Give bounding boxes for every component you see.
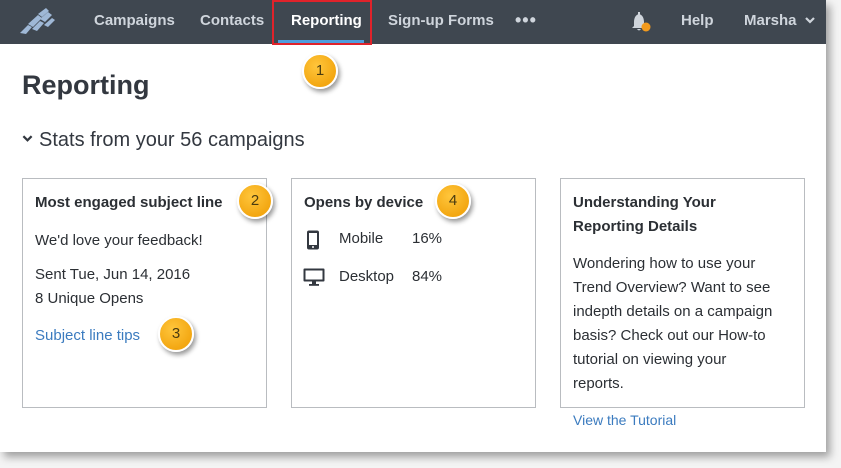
top-navigation: Campaigns Contacts Reporting Sign-up For… (0, 0, 826, 44)
logo-icon[interactable] (18, 7, 58, 37)
help-card-title-line2: Reporting Details (573, 218, 698, 235)
stats-heading: Stats from your 56 campaigns (39, 129, 305, 151)
more-menu-icon[interactable]: ••• (515, 0, 537, 44)
sent-date: Sent Tue, Jun 14, 2016 (35, 266, 191, 283)
device-percentage: 16% (412, 230, 443, 247)
subject-line-text: We'd love your feedback! (35, 232, 203, 249)
device-label: Mobile (339, 230, 384, 247)
reporting-highlight-box (272, 0, 372, 45)
callout-marker-2: 2 (237, 183, 273, 219)
notification-bell-icon[interactable] (630, 11, 652, 33)
help-body-line: Trend Overview? Want to see (573, 279, 771, 296)
nav-contacts[interactable]: Contacts (200, 0, 264, 44)
help-body-line: tutorial on viewing your (573, 351, 727, 368)
desktop-monitor-icon (303, 268, 325, 286)
nav-campaigns[interactable]: Campaigns (94, 0, 175, 44)
subject-line-tips-link[interactable]: Subject line tips (35, 327, 140, 344)
view-tutorial-link[interactable]: View the Tutorial (573, 412, 676, 428)
callout-marker-4: 4 (435, 183, 471, 219)
reporting-help-card: Understanding Your Reporting Details Won… (560, 178, 805, 408)
nav-help[interactable]: Help (681, 0, 714, 44)
help-card-title-line1: Understanding Your (573, 194, 716, 211)
nav-signup-forms[interactable]: Sign-up Forms (388, 0, 494, 44)
help-body-line: indepth details on a campaign (573, 303, 773, 320)
page-title: Reporting (22, 70, 150, 100)
device-label: Desktop (339, 268, 395, 285)
opens-by-device-card: Opens by device Mobile 16% Desktop 84% (291, 178, 536, 408)
app-window: Campaigns Contacts Reporting Sign-up For… (0, 0, 826, 452)
chevron-down-icon[interactable] (804, 14, 816, 26)
help-body-line: basis? Check out our How-to (573, 327, 766, 344)
subject-card-title: Most engaged subject line (35, 194, 223, 211)
device-card-title: Opens by device (304, 194, 424, 211)
callout-marker-1: 1 (302, 53, 338, 89)
unique-opens: 8 Unique Opens (35, 290, 144, 307)
user-menu[interactable]: Marsha (744, 0, 797, 44)
help-body-line: Wondering how to use your (573, 255, 756, 272)
subject-line-card: Most engaged subject line We'd love your… (22, 178, 267, 408)
chevron-down-icon (22, 135, 33, 143)
device-percentage: 84% (412, 268, 443, 285)
stats-section-toggle[interactable]: Stats from your 56 campaigns (22, 129, 305, 152)
help-body-line: reports. (573, 375, 624, 392)
callout-marker-3: 3 (158, 316, 194, 352)
mobile-phone-icon (307, 230, 319, 250)
